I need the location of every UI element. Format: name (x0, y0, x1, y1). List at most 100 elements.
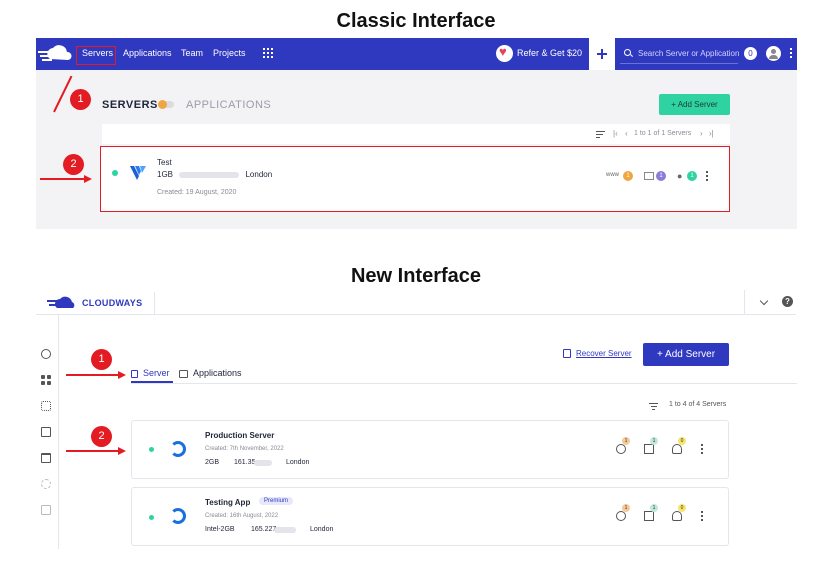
files-count[interactable]: 1 (656, 171, 666, 181)
header-bottom-border (36, 314, 796, 315)
server-name[interactable]: Production Server (205, 431, 274, 440)
nav-applications[interactable]: Applications (123, 48, 172, 58)
notification-badge[interactable]: 0 (744, 47, 757, 60)
folder-icon (644, 444, 654, 454)
billing-icon[interactable] (41, 505, 51, 515)
refer-label: Refer & Get $20 (517, 48, 583, 58)
apps-count[interactable]: 1 (623, 171, 633, 181)
cloudways-logo-icon[interactable] (47, 294, 81, 312)
nav-projects[interactable]: Projects (213, 48, 246, 58)
www-label: www (606, 172, 619, 178)
web-count[interactable]: 1 (622, 504, 630, 512)
annotation-1-new: 1 (91, 349, 112, 370)
files-icon (644, 172, 654, 180)
web-count[interactable]: 1 (622, 437, 630, 445)
web-icon (616, 444, 626, 454)
search-input[interactable]: Search Server or Application (638, 49, 739, 58)
refer-button[interactable]: Refer & Get $20 (492, 38, 588, 70)
more-menu-icon[interactable] (790, 48, 792, 60)
redacted-ip (254, 460, 272, 466)
redacted-ip (179, 171, 240, 178)
sort-icon[interactable] (596, 131, 605, 138)
apps-grid-icon[interactable] (41, 375, 51, 385)
search-underline (620, 63, 738, 64)
server-name[interactable]: Test (157, 158, 172, 167)
users-icon: ● (677, 171, 683, 181)
digitalocean-logo-icon (170, 441, 186, 457)
server-specs: 1GB London (157, 170, 272, 179)
server-tab-icon (131, 370, 138, 378)
app-grid-icon[interactable] (263, 48, 273, 58)
annotation-arrow-2-classic (40, 178, 84, 180)
tab-server[interactable]: Server (131, 367, 173, 383)
tabs-divider (131, 383, 797, 384)
annotation-2-classic: 2 (63, 154, 84, 175)
user-icon (672, 444, 682, 454)
status-dot (149, 515, 154, 520)
server-location: London (245, 170, 273, 179)
server-location: London (286, 459, 310, 466)
cloudways-logo-icon[interactable] (38, 42, 72, 66)
pager-next-icon[interactable]: › (700, 129, 703, 138)
header-divider (154, 292, 155, 314)
migration-icon[interactable] (41, 401, 51, 411)
nav-servers[interactable]: Servers (82, 48, 113, 58)
user-icon (672, 511, 682, 521)
sidebar-border (58, 315, 59, 549)
projects-folder-icon[interactable] (41, 453, 51, 463)
help-icon[interactable]: ? (782, 296, 793, 307)
header-divider-right (744, 290, 745, 314)
status-dot (112, 170, 118, 176)
users-count[interactable]: 0 (678, 504, 686, 512)
user-avatar-icon[interactable] (766, 46, 781, 61)
tab-applications[interactable]: APPLICATIONS (186, 99, 271, 111)
annotation-arrowhead-1-new (118, 371, 126, 379)
pager-text: 1 to 4 of 4 Servers (669, 401, 727, 408)
settings-gear-icon[interactable] (41, 479, 51, 489)
server-row-highlighted[interactable] (100, 146, 730, 212)
pager-first-icon[interactable]: |‹ (613, 129, 618, 138)
folder-icon (644, 511, 654, 521)
recover-server-link[interactable]: Recover Server (576, 349, 632, 358)
tab-server-label: Server (143, 368, 170, 378)
applications-tab-icon (179, 370, 188, 378)
pager-prev-icon[interactable]: ‹ (625, 129, 628, 138)
view-toggle[interactable] (158, 100, 174, 109)
files-count[interactable]: 1 (650, 437, 658, 445)
classic-interface: Servers Applications Team Projects Refer… (36, 38, 797, 229)
pager-last-icon[interactable]: ›| (709, 129, 714, 138)
server-size: 2GB (205, 459, 220, 466)
users-count[interactable]: 1 (687, 171, 697, 181)
users-count[interactable]: 0 (678, 437, 686, 445)
annotation-1-classic: 1 (70, 89, 91, 110)
add-server-button[interactable]: + Add Server (643, 343, 729, 366)
classic-interface-heading: Classic Interface (336, 10, 496, 32)
recover-icon (563, 349, 571, 358)
vultr-logo-icon (130, 166, 146, 180)
filter-icon[interactable] (649, 403, 658, 410)
redacted-ip (274, 527, 296, 533)
server-menu-icon[interactable] (706, 171, 708, 181)
annotation-arrow-2-new (66, 450, 118, 452)
server-created: Created: 16th August, 2022 (205, 513, 279, 519)
search-icon (624, 49, 631, 56)
dashboard-icon[interactable] (41, 349, 51, 359)
tab-servers[interactable]: SERVERS (102, 99, 158, 111)
pager-text: 1 to 1 of 1 Servers (634, 130, 692, 137)
server-menu-icon[interactable] (701, 444, 703, 454)
heart-icon (496, 44, 513, 62)
add-server-button[interactable]: + Add Server (659, 94, 730, 115)
logs-icon[interactable] (41, 427, 51, 437)
server-name[interactable]: Testing App (205, 498, 250, 507)
new-interface-heading: New Interface (350, 265, 482, 287)
server-created: Created: 7th November, 2022 (205, 446, 284, 452)
add-plus-button[interactable] (589, 38, 615, 70)
server-created: Created: 19 August, 2020 (157, 189, 237, 196)
nav-team[interactable]: Team (181, 48, 203, 58)
chevron-down-icon[interactable] (759, 296, 769, 306)
server-menu-icon[interactable] (701, 511, 703, 521)
files-count[interactable]: 1 (650, 504, 658, 512)
classic-topbar: Servers Applications Team Projects Refer… (36, 38, 797, 70)
annotation-2-new: 2 (91, 426, 112, 447)
annotation-arrowhead-2-classic (84, 175, 92, 183)
